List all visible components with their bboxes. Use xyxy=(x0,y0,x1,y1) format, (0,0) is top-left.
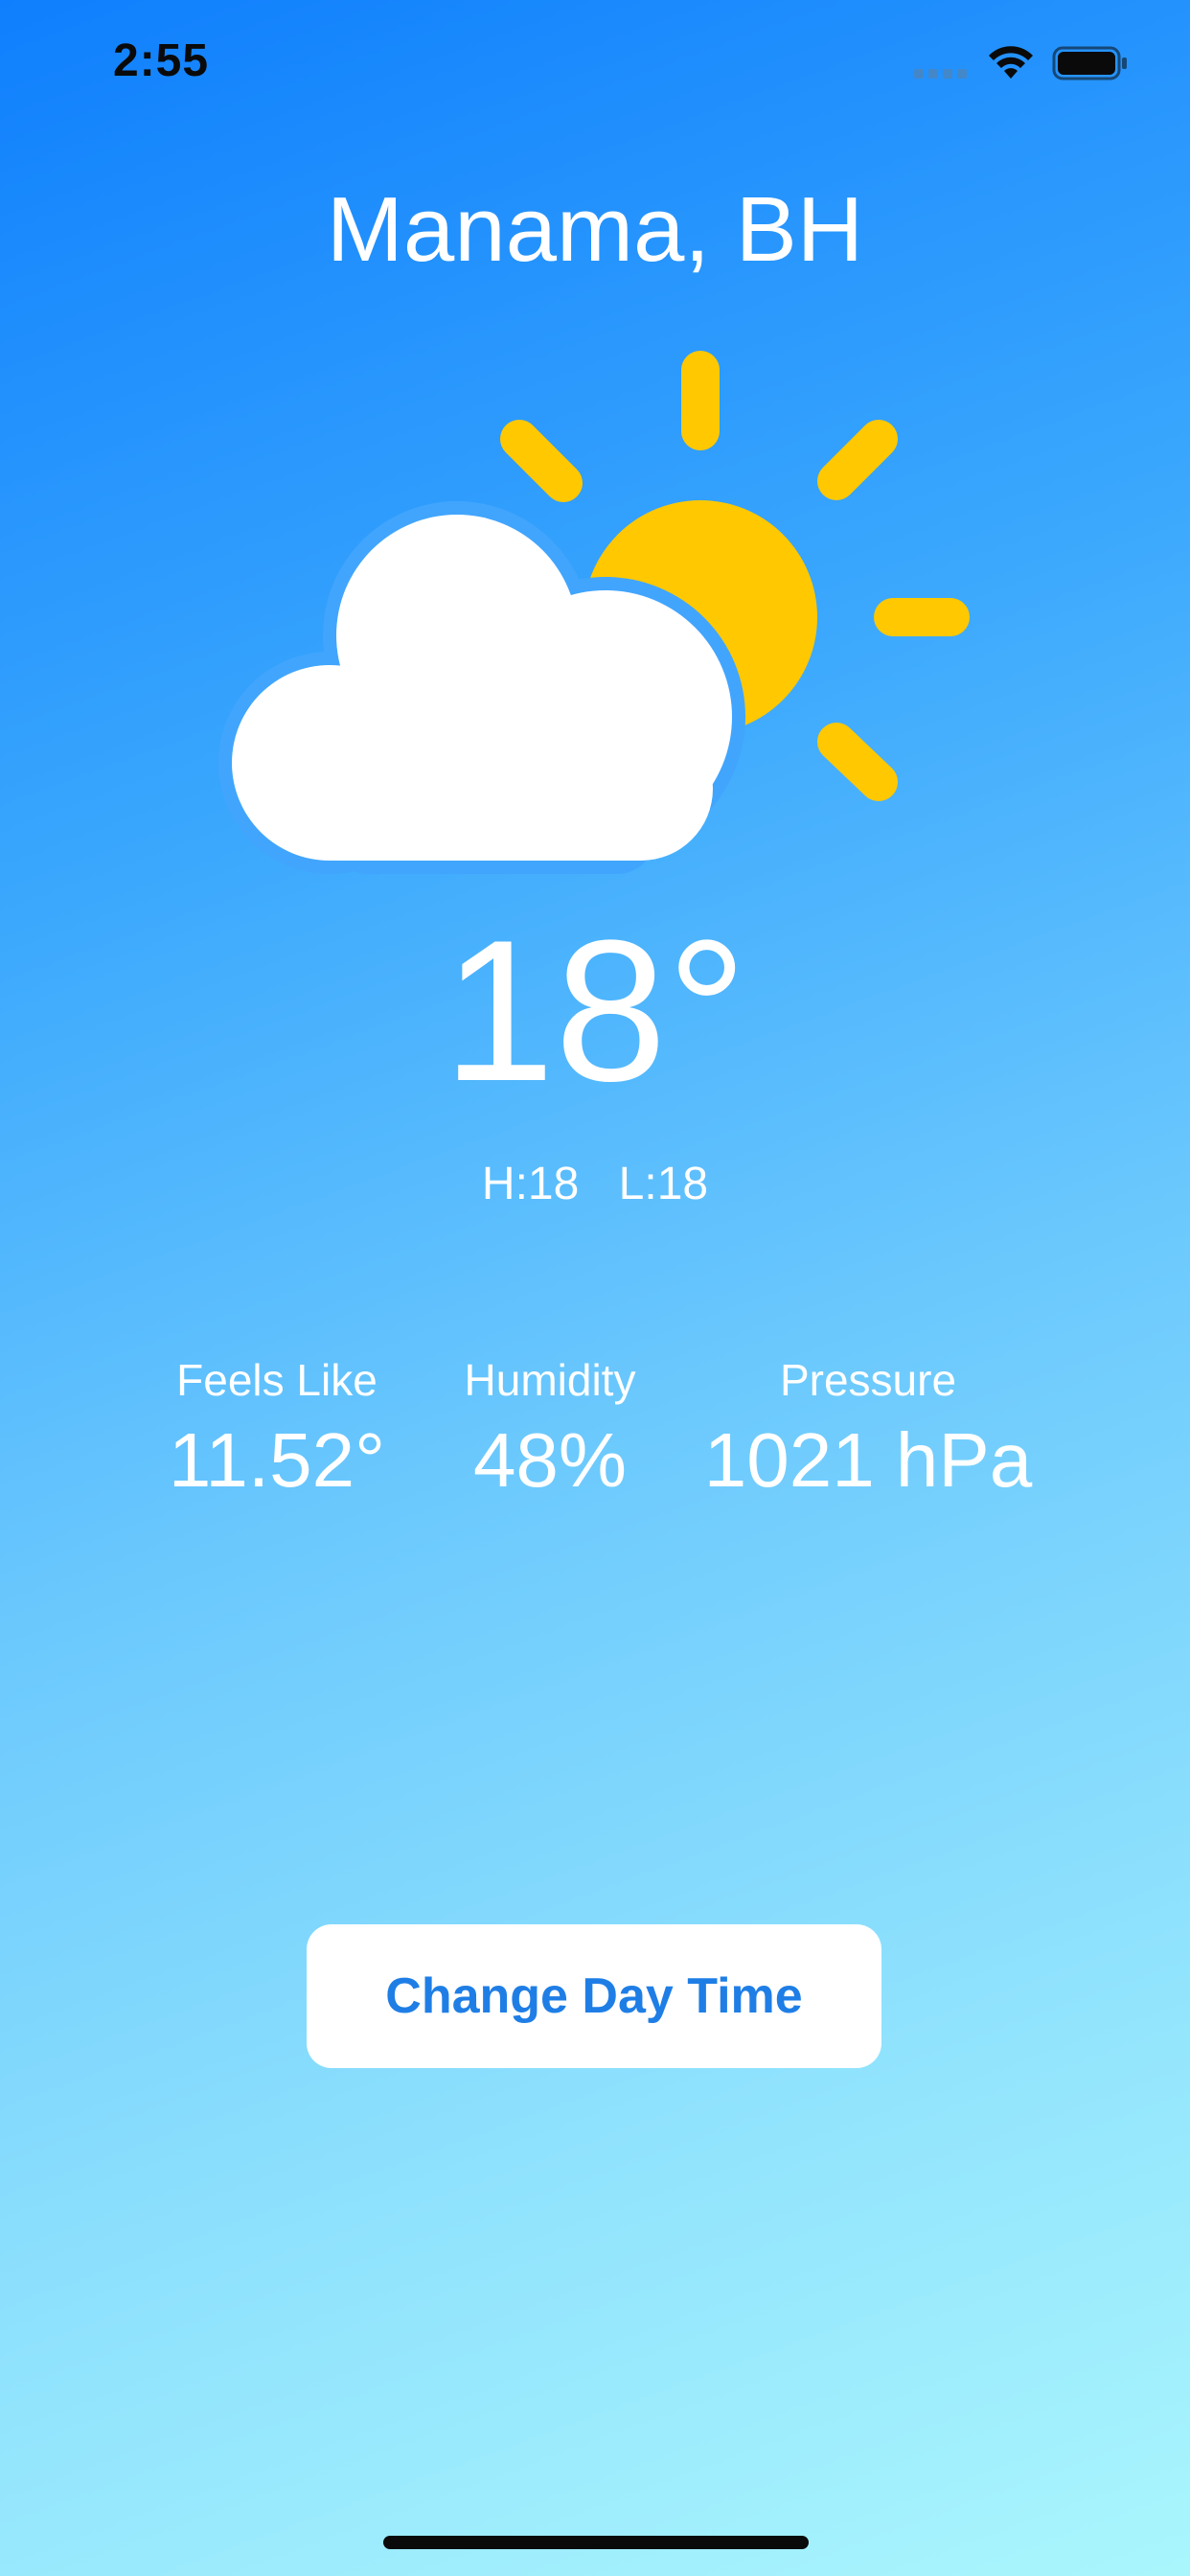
home-indicator[interactable] xyxy=(383,2536,809,2549)
change-day-time-button[interactable]: Change Day Time xyxy=(307,1924,881,2068)
humidity-value: 48% xyxy=(472,1417,628,1503)
current-temperature: 18° xyxy=(443,898,747,1123)
humidity-stat: Humidity 48% xyxy=(422,1351,678,1508)
pressure-stat: Pressure 1021 hPa xyxy=(690,1351,1046,1508)
humidity-label: Humidity xyxy=(464,1355,636,1405)
pressure-value: 1021 hPa xyxy=(703,1417,1033,1503)
low-temperature: L:18 xyxy=(618,1159,709,1209)
high-low: H:18 L:18 xyxy=(0,1156,1190,1213)
battery-icon xyxy=(1052,46,1127,80)
city-name: Manama, BH xyxy=(326,178,864,281)
feels-like-value: 11.52° xyxy=(168,1417,386,1503)
status-time: 2:55 xyxy=(113,35,210,86)
wifi-icon xyxy=(989,46,1033,79)
feels-like-stat: Feels Like 11.52° xyxy=(144,1351,410,1508)
feels-like-label: Feels Like xyxy=(176,1355,378,1405)
signal-icon xyxy=(914,69,967,79)
weather-stats: Feels Like 11.52° Humidity 48% Pressure … xyxy=(144,1351,1046,1524)
partly-sunny-icon xyxy=(218,351,970,874)
weather-screen: 2:55 Manama, BH 18° H:18 L:18 Feels Like… xyxy=(0,0,1190,2576)
pressure-label: Pressure xyxy=(779,1355,957,1405)
high-temperature: H:18 xyxy=(481,1159,580,1209)
status-bar: 2:55 xyxy=(0,0,1190,134)
